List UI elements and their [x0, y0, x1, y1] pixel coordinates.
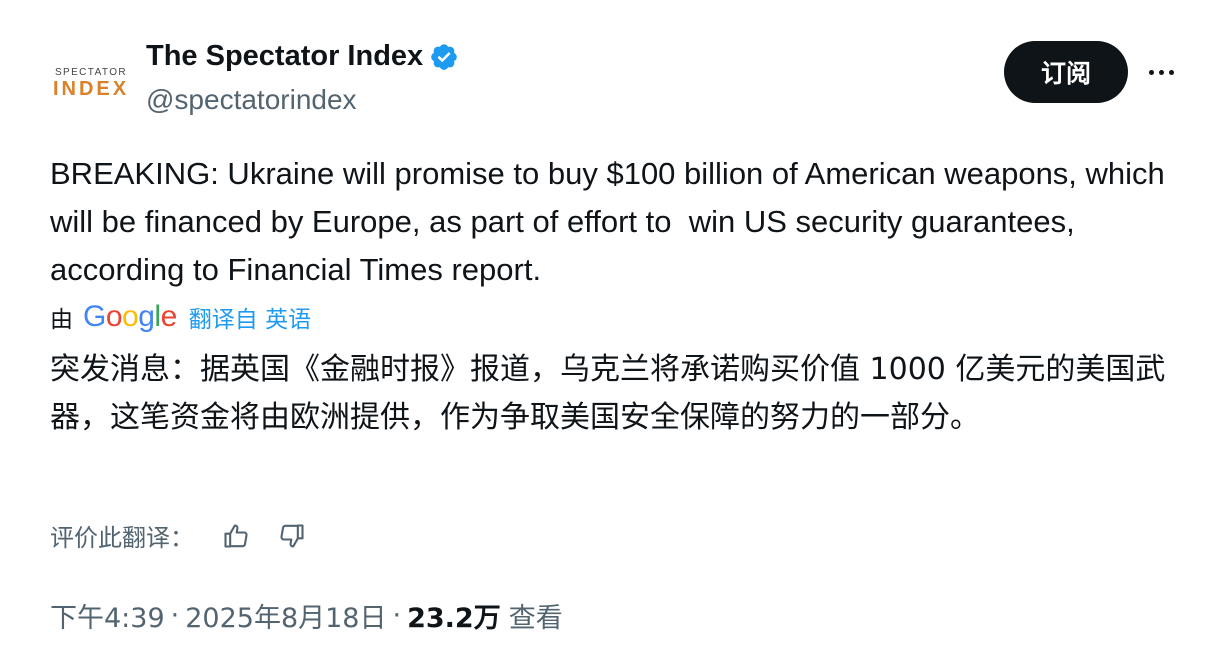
tweet-date[interactable]: 2025年8月18日: [185, 596, 386, 635]
author-handle[interactable]: @spectatorindex: [146, 84, 357, 116]
tweet-time[interactable]: 下午4:39: [50, 596, 165, 635]
more-horizontal-icon[interactable]: [1143, 58, 1179, 86]
translated-by-label: 由: [50, 307, 73, 333]
translation-attribution: 由 Google 翻译自 英语: [50, 300, 311, 334]
tweet-text: BREAKING: Ukraine will promise to buy $1…: [50, 156, 1174, 287]
thumbs-up-icon[interactable]: [220, 520, 252, 552]
meta-separator: ·: [392, 600, 402, 631]
verified-badge-icon[interactable]: [429, 42, 459, 72]
author-name-row: The Spectator Index: [146, 40, 459, 73]
views-count: 23.2万: [407, 603, 501, 634]
thumbs-down-icon[interactable]: [276, 520, 308, 552]
translated-from-link[interactable]: 翻译自 英语: [189, 300, 311, 334]
translated-text: 突发消息：据英国《金融时报》报道，乌克兰将承诺购买价值 1000 亿美元的美国武…: [50, 352, 1166, 435]
author-display-name[interactable]: The Spectator Index: [146, 40, 423, 73]
meta-separator: ·: [170, 600, 180, 631]
rate-translation-label: 评价此翻译：: [50, 524, 194, 552]
views-label: 查看: [508, 603, 563, 634]
avatar[interactable]: SPECTATOR INDEX: [50, 46, 132, 120]
avatar-text-bottom: INDEX: [52, 78, 130, 100]
subscribe-button[interactable]: 订阅: [1004, 41, 1128, 103]
tweet-meta: 下午4:39 · 2025年8月18日 · 23.2万 查看: [50, 596, 563, 635]
tweet-card: SPECTATOR INDEX The Spectator Index @spe…: [0, 0, 1230, 666]
google-logo: Google: [83, 300, 177, 333]
rate-translation-row: 评价此翻译：: [50, 518, 308, 553]
